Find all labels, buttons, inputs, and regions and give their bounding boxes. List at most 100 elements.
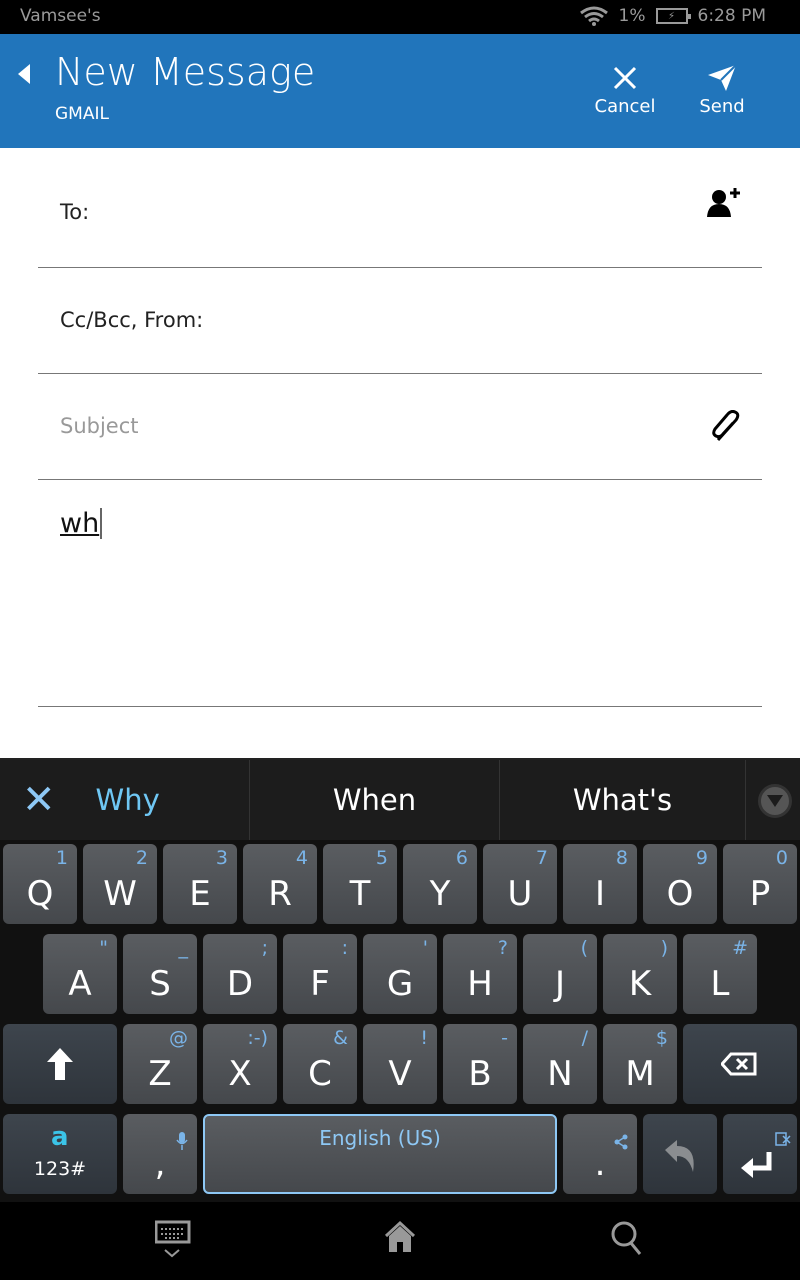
- key-v[interactable]: ! V: [363, 1024, 437, 1104]
- symbols-key[interactable]: a 123#: [3, 1114, 117, 1194]
- key-label: Q: [26, 874, 54, 914]
- key-k[interactable]: ) K: [603, 934, 677, 1014]
- cc-bcc-label: Cc/Bcc, From:: [60, 308, 204, 332]
- key-alt-label: 1: [55, 847, 68, 869]
- send-icon: [708, 64, 737, 91]
- key-alt-label: 6: [455, 847, 468, 869]
- suggestion-3[interactable]: What's: [500, 760, 746, 840]
- key-alt-label: $: [655, 1027, 668, 1049]
- key-s[interactable]: _ S: [123, 934, 197, 1014]
- space-key[interactable]: English (US): [203, 1114, 557, 1194]
- key-label: H: [467, 964, 493, 1004]
- suggestion-2[interactable]: When: [250, 760, 500, 840]
- key-alt-label: ;: [261, 937, 268, 959]
- key-d[interactable]: ; D: [203, 934, 277, 1014]
- battery-charging-icon: ⚡: [655, 8, 691, 24]
- close-icon: [613, 66, 637, 90]
- key-label: M: [625, 1054, 655, 1094]
- key-o[interactable]: 9O: [643, 844, 717, 924]
- suggestion-bar: ✕ Why When What's: [0, 758, 800, 840]
- attachment-icon[interactable]: [710, 410, 742, 444]
- shift-key[interactable]: [3, 1024, 117, 1104]
- backspace-key[interactable]: [683, 1024, 797, 1104]
- space-language-label: English (US): [319, 1126, 441, 1150]
- clipboard-icon: [775, 1132, 791, 1146]
- key-x[interactable]: :-) X: [203, 1024, 277, 1104]
- key-alt-label: @: [169, 1027, 188, 1049]
- expand-suggestions-icon[interactable]: [758, 784, 792, 818]
- key-label: R: [268, 874, 292, 914]
- key-label: X: [228, 1054, 252, 1094]
- key-w[interactable]: 2W: [83, 844, 157, 924]
- key-alt-label: 4: [295, 847, 308, 869]
- key-m[interactable]: $ M: [603, 1024, 677, 1104]
- subject-field[interactable]: Subject: [38, 374, 762, 480]
- key-l[interactable]: # L: [683, 934, 757, 1014]
- key-u[interactable]: 7U: [483, 844, 557, 924]
- to-label: To:: [60, 200, 90, 224]
- home-icon[interactable]: [384, 1220, 416, 1254]
- key-c[interactable]: & C: [283, 1024, 357, 1104]
- subject-input[interactable]: Subject: [60, 414, 139, 438]
- enter-icon: [741, 1152, 772, 1178]
- hide-keyboard-icon[interactable]: [155, 1220, 191, 1262]
- key-h[interactable]: ? H: [443, 934, 517, 1014]
- add-contact-icon[interactable]: [706, 186, 742, 218]
- key-label: .: [594, 1144, 606, 1184]
- undo-key[interactable]: [643, 1114, 717, 1194]
- key-p[interactable]: 0P: [723, 844, 797, 924]
- message-body-field[interactable]: wh: [38, 480, 762, 707]
- to-field[interactable]: To:: [38, 148, 762, 268]
- key-label: G: [386, 964, 414, 1004]
- system-nav-bar: [0, 1202, 800, 1280]
- body-text[interactable]: wh: [60, 508, 103, 539]
- cancel-button[interactable]: Cancel: [580, 60, 670, 117]
- send-button[interactable]: Send: [677, 60, 767, 117]
- key-e[interactable]: 3E: [163, 844, 237, 924]
- key-alt-label: 3: [215, 847, 228, 869]
- key-alt-label: #: [732, 937, 748, 959]
- comma-key[interactable]: ,: [123, 1114, 197, 1194]
- back-icon[interactable]: [18, 64, 30, 84]
- key-y[interactable]: 6Y: [403, 844, 477, 924]
- search-icon[interactable]: [610, 1220, 646, 1256]
- key-alt-label: ?: [497, 937, 508, 959]
- page-title: New Message: [55, 50, 316, 94]
- key-a[interactable]: " A: [43, 934, 117, 1014]
- shift-icon: [47, 1048, 73, 1080]
- key-i[interactable]: 8I: [563, 844, 637, 924]
- key-label: Y: [429, 874, 451, 914]
- key-alt-label: ': [422, 937, 428, 959]
- key-z[interactable]: @ Z: [123, 1024, 197, 1104]
- key-t[interactable]: 5T: [323, 844, 397, 924]
- key-alt-label: 9: [695, 847, 708, 869]
- clock: 6:28 PM: [697, 6, 767, 26]
- swype-logo-icon: a: [51, 1122, 69, 1152]
- key-n[interactable]: / N: [523, 1024, 597, 1104]
- enter-key[interactable]: [723, 1114, 797, 1194]
- suggestion-1[interactable]: ✕ Why: [0, 760, 250, 840]
- microphone-icon: [176, 1132, 188, 1150]
- key-alt-label: 5: [375, 847, 388, 869]
- key-alt-label: &: [333, 1027, 348, 1049]
- key-alt-label: 7: [535, 847, 548, 869]
- account-label: GMAIL: [55, 104, 109, 124]
- backspace-icon: [721, 1052, 757, 1076]
- symbols-label: 123#: [33, 1158, 87, 1180]
- dismiss-suggestions-icon[interactable]: ✕: [22, 777, 56, 823]
- key-alt-label: 8: [615, 847, 628, 869]
- key-b[interactable]: -B: [443, 1024, 517, 1104]
- key-label: P: [749, 874, 771, 914]
- key-j[interactable]: (J: [523, 934, 597, 1014]
- key-alt-label: _: [178, 937, 189, 959]
- key-r[interactable]: 4R: [243, 844, 317, 924]
- key-g[interactable]: ' G: [363, 934, 437, 1014]
- key-alt-label: !: [420, 1027, 428, 1049]
- period-key[interactable]: .: [563, 1114, 637, 1194]
- key-alt-label: 2: [135, 847, 148, 869]
- cc-bcc-from-field[interactable]: Cc/Bcc, From:: [38, 268, 762, 374]
- key-alt-label: ): [660, 937, 668, 959]
- key-label: B: [468, 1054, 492, 1094]
- key-q[interactable]: 1Q: [3, 844, 77, 924]
- key-f[interactable]: :F: [283, 934, 357, 1014]
